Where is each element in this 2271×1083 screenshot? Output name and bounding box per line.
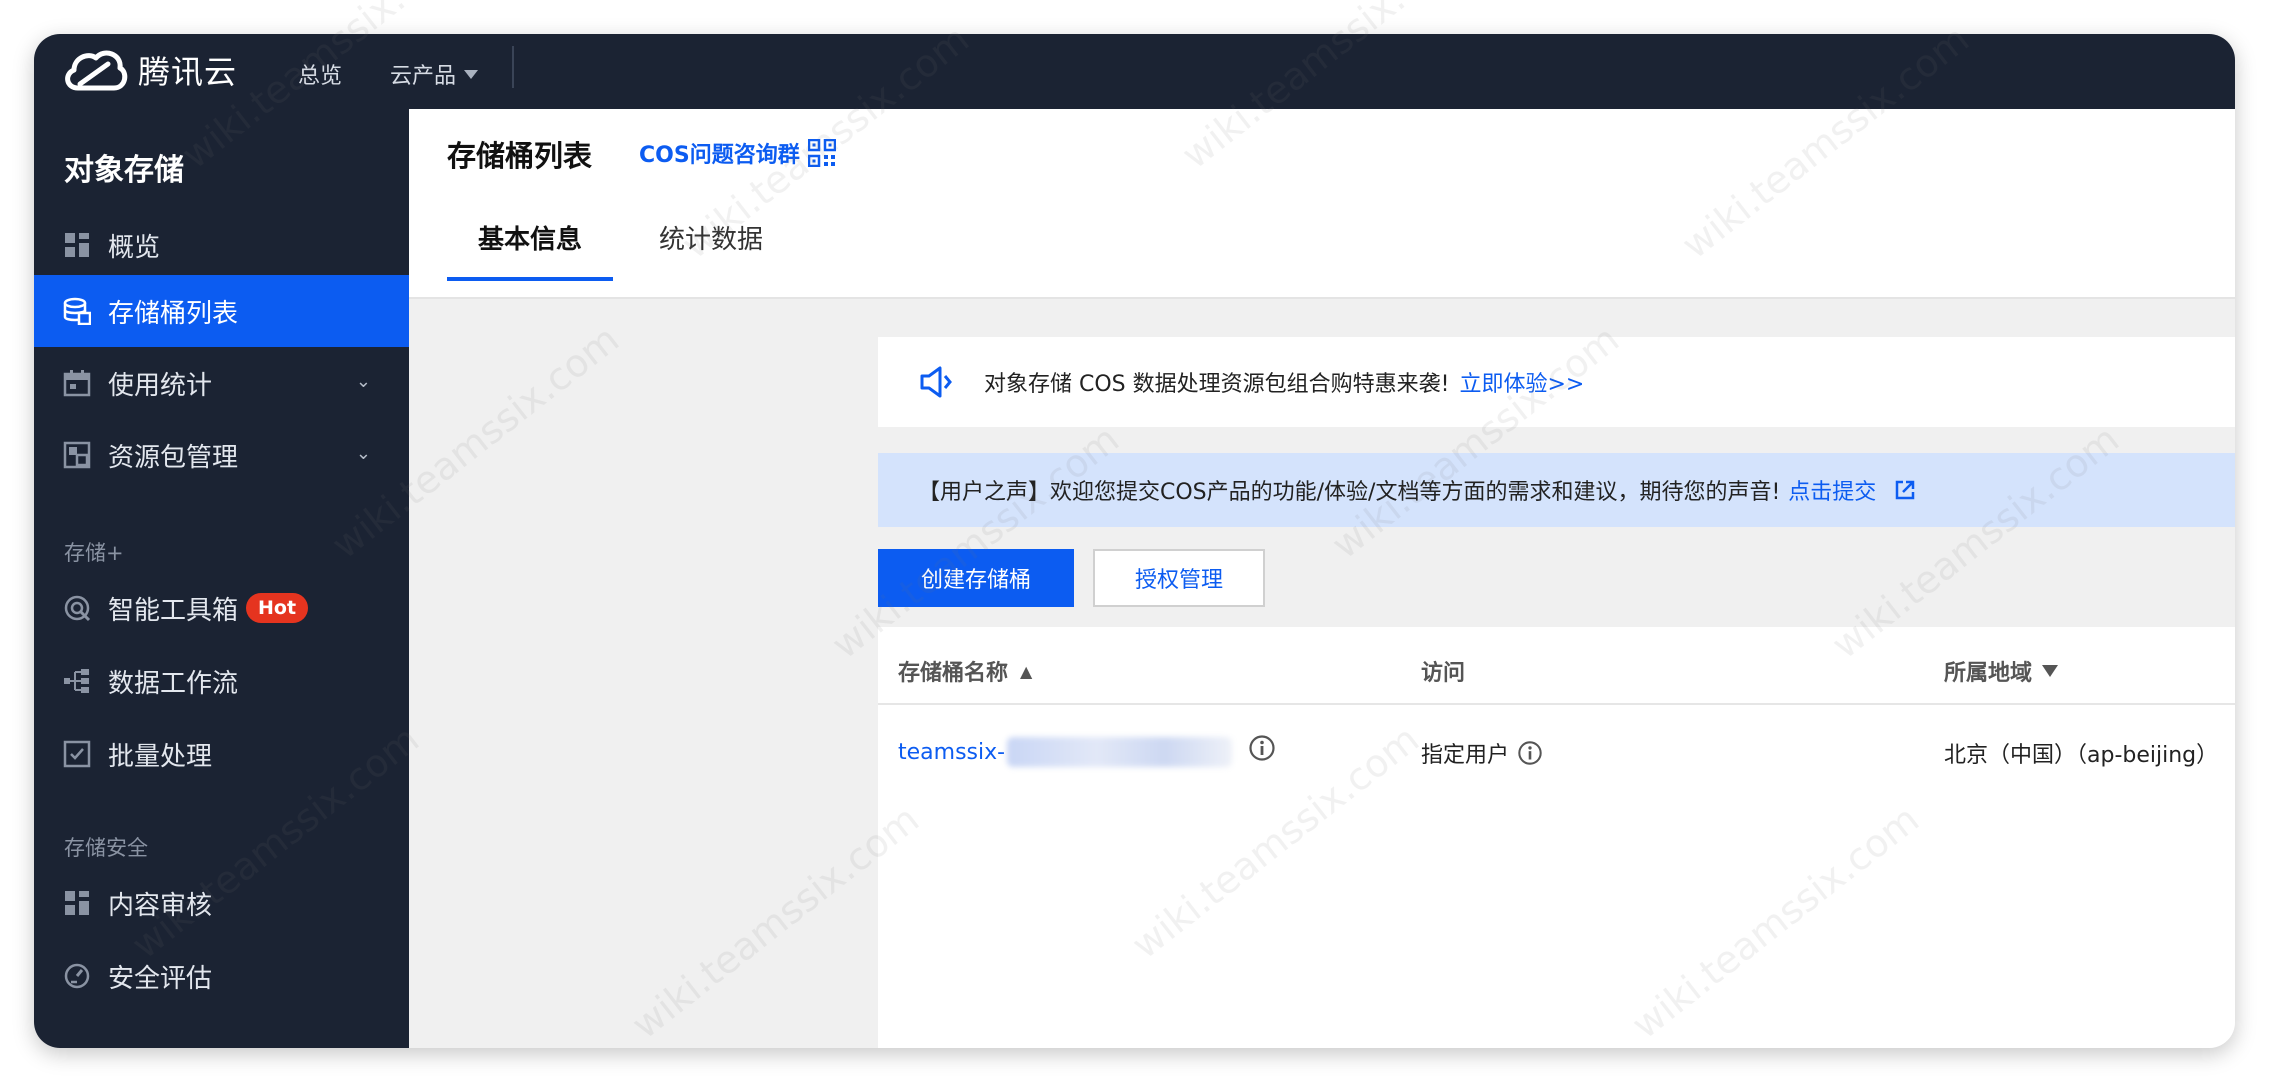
- user-voice-banner: 【用户之声】欢迎您提交COS产品的功能/体验/文档等方面的需求和建议，期待您的声…: [878, 453, 2235, 527]
- chevron-down-icon: ⌄: [355, 371, 371, 392]
- info-icon[interactable]: [1517, 740, 1543, 766]
- sidebar: 对象存储 概览 存储桶列表 使用统计 ⌄ 资源包管理 ⌄ 存储+ 智能工具箱 H…: [34, 109, 409, 1048]
- sidebar-item-label: 概览: [108, 232, 161, 263]
- sidebar-item-overview[interactable]: 概览: [34, 209, 409, 281]
- column-header-bucket-name[interactable]: 存储桶名称 ▲︎: [898, 655, 1032, 687]
- user-voice-text: 【用户之声】欢迎您提交COS产品的功能/体验/文档等方面的需求和建议，期待您的声…: [918, 480, 1781, 505]
- sidebar-item-label: 批量处理: [108, 741, 213, 772]
- notice-text: 对象存储 COS 数据处理资源包组合购特惠来袭!: [984, 372, 1450, 397]
- bucket-table: 存储桶名称 ▲︎ 访问 所属地域 teamssix- 指定用户 北京（中国）（a…: [878, 627, 2235, 1048]
- column-header-region[interactable]: 所属地域: [1944, 655, 2059, 687]
- sidebar-item-smart-toolbox[interactable]: 智能工具箱 Hot: [34, 572, 409, 644]
- sidebar-item-label: 安全评估: [108, 963, 213, 994]
- brand-name: 腾讯云: [138, 53, 238, 91]
- nav-cloud-products-label: 云产品: [390, 64, 457, 89]
- bucket-name-link[interactable]: teamssix-: [898, 737, 1233, 767]
- cloud-logo-icon: [65, 50, 128, 91]
- external-link-icon[interactable]: [1894, 479, 1916, 501]
- nav-divider: [512, 46, 514, 88]
- filter-icon[interactable]: [2042, 665, 2059, 677]
- nav-overview[interactable]: 总览: [298, 58, 342, 90]
- table-header-divider: [878, 703, 2235, 705]
- sidebar-item-label: 存储桶列表: [108, 298, 239, 329]
- caret-down-icon: [464, 69, 479, 79]
- sidebar-item-label: 内容审核: [108, 890, 213, 921]
- table-cell-region: 北京（中国）（ap-beijing）: [1944, 743, 2219, 768]
- page-header: 存储桶列表 COS问题咨询群 基本信息 统计数据: [409, 109, 2235, 299]
- sidebar-item-label: 资源包管理: [108, 442, 239, 473]
- info-icon: [1249, 735, 1275, 761]
- qrcode-icon: [807, 139, 836, 167]
- authorization-management-button[interactable]: 授权管理: [1093, 549, 1265, 607]
- sidebar-item-label: 数据工作流: [108, 668, 239, 699]
- sidebar-item-usage-stats[interactable]: 使用统计 ⌄: [34, 347, 409, 419]
- top-navigation-bar: 腾讯云 总览 云产品: [34, 34, 2235, 109]
- column-header-label: 访问: [1421, 661, 1466, 686]
- promo-notice: 对象存储 COS 数据处理资源包组合购特惠来袭! 立即体验>>: [878, 337, 2235, 427]
- sidebar-section-storage-security: 存储安全: [64, 836, 148, 860]
- hot-badge: Hot: [246, 593, 309, 623]
- bucket-icon: [62, 296, 92, 326]
- column-header-label: 存储桶名称: [898, 661, 1009, 686]
- sidebar-item-package-management[interactable]: 资源包管理 ⌄: [34, 419, 409, 491]
- sidebar-item-label: 使用统计: [108, 370, 213, 401]
- page-title: 存储桶列表: [447, 139, 593, 173]
- bucket-name: teamssix-: [898, 739, 1006, 765]
- toolbox-icon: [62, 593, 92, 623]
- divider: [409, 297, 2235, 299]
- active-tab-indicator: [447, 277, 613, 281]
- submit-feedback-link[interactable]: 点击提交: [1788, 474, 1876, 506]
- column-header-access: 访问: [1421, 655, 1465, 687]
- consult-group-link[interactable]: COS问题咨询群: [639, 137, 836, 169]
- grid-icon: [62, 230, 92, 260]
- gauge-icon: [62, 961, 92, 991]
- table-cell-access: 指定用户: [1421, 737, 1543, 769]
- sidebar-item-data-workflow[interactable]: 数据工作流: [34, 645, 409, 717]
- try-now-link[interactable]: 立即体验>>: [1459, 366, 1584, 398]
- sidebar-section-storage-plus: 存储+: [64, 541, 124, 565]
- sidebar-item-label: 智能工具箱: [108, 595, 239, 626]
- workflow-icon: [62, 666, 92, 696]
- bucket-info-button[interactable]: [1248, 734, 1276, 762]
- console-window: 腾讯云 总览 云产品 对象存储 概览 存储桶列表 使用统计 ⌄ 资源包管理 ⌄ …: [34, 34, 2235, 1048]
- sidebar-item-batch-processing[interactable]: 批量处理: [34, 718, 409, 790]
- sidebar-item-security-assessment[interactable]: 安全评估: [34, 940, 409, 1012]
- grid-icon: [62, 888, 92, 918]
- main-content: 存储桶列表 COS问题咨询群 基本信息 统计数据 对象存储 COS 数据处理资源…: [409, 109, 2235, 1048]
- sidebar-item-bucket-list[interactable]: 存储桶列表: [34, 275, 409, 347]
- brand-logo[interactable]: 腾讯云: [60, 44, 237, 96]
- package-icon: [62, 440, 92, 470]
- sidebar-title: 对象存储: [64, 153, 184, 188]
- batch-icon: [62, 739, 92, 769]
- tab-label: 基本信息: [477, 225, 582, 255]
- tab-label: 统计数据: [659, 225, 764, 255]
- nav-cloud-products[interactable]: 云产品: [390, 58, 479, 90]
- bucket-list-panel: 对象存储 COS 数据处理资源包组合购特惠来袭! 立即体验>> 【用户之声】欢迎…: [878, 337, 2235, 1048]
- consult-group-label: COS问题咨询群: [639, 143, 800, 168]
- tab-statistics[interactable]: 统计数据: [659, 219, 763, 256]
- sort-icon[interactable]: ▲︎: [1020, 662, 1032, 681]
- column-header-label: 所属地域: [1944, 661, 2033, 686]
- access-value: 指定用户: [1421, 743, 1510, 768]
- calendar-icon: [62, 368, 92, 398]
- create-bucket-button[interactable]: 创建存储桶: [878, 549, 1074, 607]
- chevron-down-icon: ⌄: [355, 443, 371, 464]
- speaker-icon: [920, 366, 952, 398]
- sidebar-item-content-review[interactable]: 内容审核: [34, 867, 409, 939]
- redacted-bucket-suffix: [1007, 737, 1233, 767]
- tab-basic-info[interactable]: 基本信息: [447, 219, 613, 281]
